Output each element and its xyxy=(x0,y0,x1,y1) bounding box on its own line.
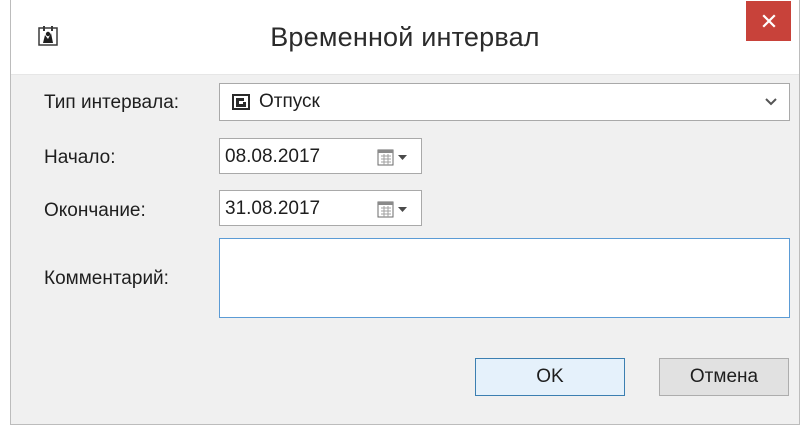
ok-button[interactable]: OK xyxy=(475,358,625,396)
end-date-value: 31.08.2017 xyxy=(225,198,321,219)
vacation-type-icon xyxy=(231,92,251,112)
comment-label: Комментарий: xyxy=(44,268,169,289)
close-button[interactable] xyxy=(746,1,791,41)
chevron-down-icon[interactable] xyxy=(763,93,779,111)
calendar-icon[interactable] xyxy=(374,199,414,219)
start-date-label: Начало: xyxy=(44,147,116,168)
start-date-picker[interactable]: 08.08.2017 xyxy=(219,138,422,174)
interval-type-select[interactable]: Отпуск xyxy=(219,83,790,121)
close-icon xyxy=(761,14,776,28)
cancel-button[interactable]: Отмена xyxy=(659,358,789,396)
interval-type-label: Тип интервала: xyxy=(44,92,180,113)
comment-input[interactable] xyxy=(219,238,790,318)
end-date-picker[interactable]: 31.08.2017 xyxy=(219,190,422,226)
dialog-window: Временной интервал Тип интервала: Отпуск xyxy=(10,0,800,425)
window-title: Временной интервал xyxy=(270,22,540,52)
calendar-icon[interactable] xyxy=(374,147,414,167)
title-bar: Временной интервал xyxy=(11,0,799,74)
end-date-label: Окончание: xyxy=(44,200,146,221)
dialog-body: Тип интервала: Отпуск Начало: 08.08.2017 xyxy=(11,74,799,424)
start-date-value: 08.08.2017 xyxy=(225,146,321,167)
interval-type-value: Отпуск xyxy=(259,91,320,112)
